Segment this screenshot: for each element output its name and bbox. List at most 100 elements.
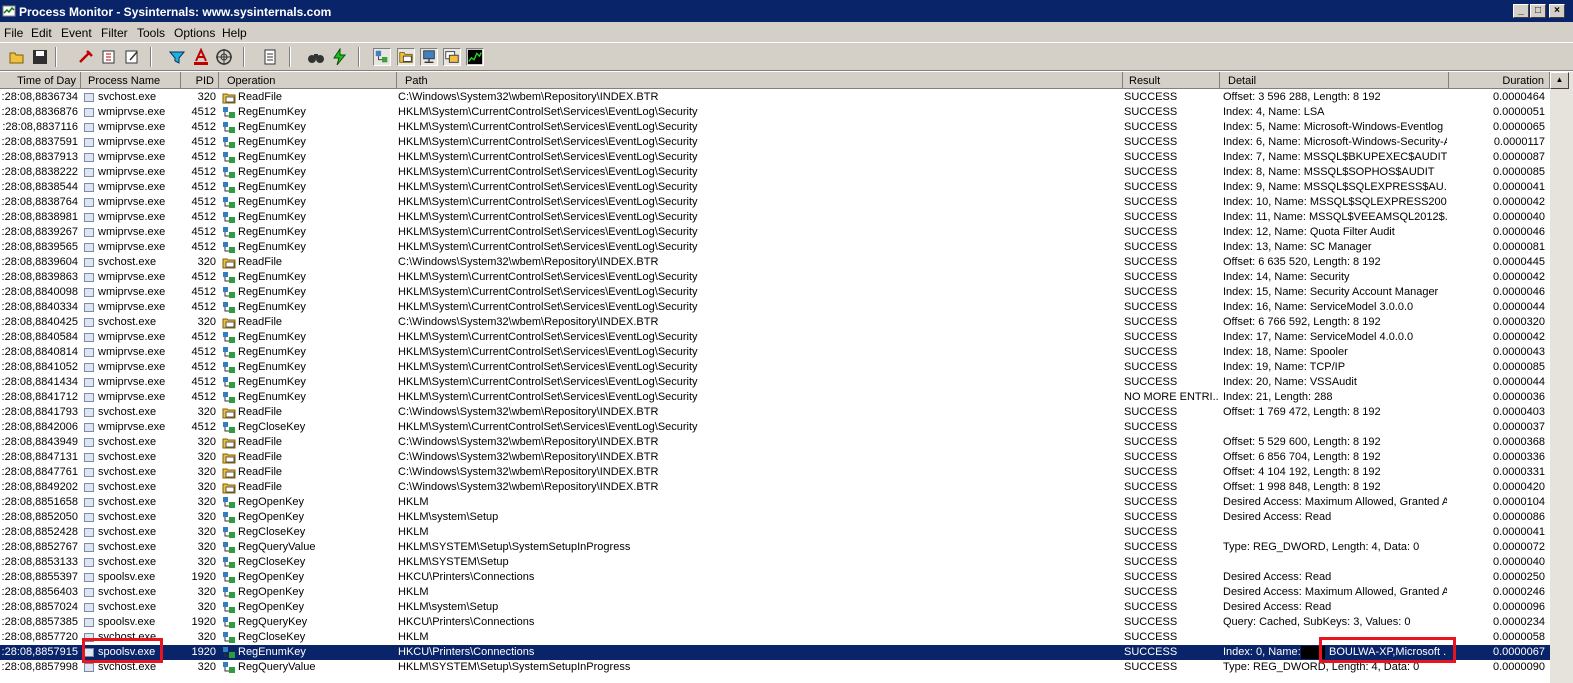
registry-operation-icon (223, 137, 235, 148)
column-detail[interactable]: Detail (1220, 72, 1449, 89)
table-row[interactable]: :28:08,8847761 svchost.exe 320 ReadFile C:\W… (0, 465, 1550, 480)
table-row[interactable]: :28:08,8839863 wmiprvse.exe 4512 RegEnumKey… (0, 270, 1550, 285)
time-cell: :28:08,8837591 (1, 136, 78, 148)
table-row[interactable]: :28:08,8836876 wmiprvse.exe 4512 RegEnumKey… (0, 105, 1550, 120)
table-row[interactable]: :28:08,8837591 wmiprvse.exe 4512 RegEnumKey… (0, 135, 1550, 150)
scroll-up-arrow-icon[interactable]: ▲ (1550, 72, 1569, 89)
table-row[interactable]: :28:08,8840584 wmiprvse.exe 4512 RegEnumKey… (0, 330, 1550, 345)
save-icon[interactable] (31, 48, 49, 66)
table-row[interactable]: :28:08,8857720 svchost.exe 320 RegCloseKey H… (0, 630, 1550, 645)
pid-cell: 320 (197, 661, 216, 673)
menu-options[interactable]: Options (174, 26, 215, 40)
process-name-cell: wmiprvse.exe (98, 136, 166, 148)
table-row[interactable]: :28:08,8856403 svchost.exe 320 RegOpenKey HK… (0, 585, 1550, 600)
column-duration[interactable]: Duration (1449, 72, 1550, 89)
column-path[interactable]: Path (397, 72, 1123, 89)
table-row[interactable]: :28:08,8841052 wmiprvse.exe 4512 RegEnumKey… (0, 360, 1550, 375)
result-cell: SUCCESS (1124, 661, 1178, 673)
properties-icon[interactable] (261, 48, 279, 66)
table-row[interactable]: :28:08,8852428 svchost.exe 320 RegCloseKey H… (0, 525, 1550, 540)
menu-file[interactable]: File (4, 26, 23, 40)
process-activity-icon[interactable] (443, 48, 461, 66)
menu-help[interactable]: Help (222, 26, 247, 40)
vertical-scrollbar[interactable] (1550, 72, 1573, 683)
table-row[interactable]: :28:08,8849202 svchost.exe 320 ReadFile C:\W… (0, 480, 1550, 495)
network-activity-icon[interactable] (420, 48, 438, 66)
filter-icon[interactable] (168, 48, 186, 66)
path-cell: HKLM\System\CurrentControlSet\Services\E… (398, 301, 698, 313)
table-row[interactable]: :28:08,8838544 wmiprvse.exe 4512 RegEnumKey… (0, 180, 1550, 195)
table-row[interactable]: :28:08,8852767 svchost.exe 320 RegQueryValu… (0, 540, 1550, 555)
registry-operation-icon (223, 287, 235, 298)
menu-filter[interactable]: Filter (101, 26, 128, 40)
table-row[interactable]: :28:08,8840814 wmiprvse.exe 4512 RegEnumKey… (0, 345, 1550, 360)
table-row[interactable]: :28:08,8847131 svchost.exe 320 ReadFile C:\W… (0, 450, 1550, 465)
table-row[interactable]: :28:08,8837913 wmiprvse.exe 4512 RegEnumKey… (0, 150, 1550, 165)
table-row[interactable]: :28:08,8841793 svchost.exe 320 ReadFile C:\W… (0, 405, 1550, 420)
table-row[interactable]: :28:08,8855397 spoolsv.exe 1920 RegOpenKey H… (0, 570, 1550, 585)
table-row[interactable]: :28:08,8839267 wmiprvse.exe 4512 RegEnumKey… (0, 225, 1550, 240)
column-process-name[interactable]: Process Name (81, 72, 181, 89)
find-icon[interactable] (307, 48, 325, 66)
table-row[interactable]: :28:08,8838981 wmiprvse.exe 4512 RegEnumKey… (0, 210, 1550, 225)
column-time-of-day[interactable]: Time of Day (0, 72, 81, 89)
table-row[interactable]: :28:08,8857024 svchost.exe 320 RegOpenKey HK… (0, 600, 1550, 615)
registry-operation-icon (223, 572, 235, 583)
file-activity-icon[interactable] (397, 48, 415, 66)
highlight-icon[interactable] (192, 48, 210, 66)
pid-cell: 4512 (191, 301, 216, 313)
maximize-button[interactable]: □ (1530, 4, 1546, 18)
autoscroll-icon[interactable] (100, 48, 118, 66)
process-name-cell: wmiprvse.exe (98, 391, 166, 403)
table-row[interactable]: :28:08,8857915 spoolsv.exe 1920 RegEnumKey H… (0, 645, 1550, 660)
table-row[interactable]: :28:08,8840425 svchost.exe 320 ReadFile C:\W… (0, 315, 1550, 330)
table-row[interactable]: :28:08,8839604 svchost.exe 320 ReadFile C:\W… (0, 255, 1550, 270)
result-cell: SUCCESS (1124, 301, 1178, 313)
table-row[interactable]: :28:08,8853133 svchost.exe 320 RegCloseKey H… (0, 555, 1550, 570)
operation-cell: RegEnumKey (238, 226, 306, 238)
column-result[interactable]: Result (1123, 72, 1220, 89)
toolbar-separator (55, 47, 57, 67)
table-row[interactable]: :28:08,8843949 svchost.exe 320 ReadFile C:\W… (0, 435, 1550, 450)
profiling-icon[interactable] (466, 48, 484, 66)
table-row[interactable]: :28:08,8836734 svchost.exe 320 ReadFile C:\W… (0, 90, 1550, 105)
table-row[interactable]: :28:08,8838764 wmiprvse.exe 4512 RegEnumKey… (0, 195, 1550, 210)
table-row[interactable]: :28:08,8852050 svchost.exe 320 RegOpenKey HK… (0, 510, 1550, 525)
column-header: Time of Day Process Name PID Operation P… (0, 72, 1550, 89)
table-row[interactable]: :28:08,8837116 wmiprvse.exe 4512 RegEnumKey… (0, 120, 1550, 135)
menu-event[interactable]: Event (61, 26, 92, 40)
table-row[interactable]: :28:08,8842006 wmiprvse.exe 4512 RegCloseKe… (0, 420, 1550, 435)
table-row[interactable]: :28:08,8851658 svchost.exe 320 RegOpenKey HK… (0, 495, 1550, 510)
clear-icon[interactable] (123, 48, 141, 66)
process-name-cell: wmiprvse.exe (98, 301, 166, 313)
table-row[interactable]: :28:08,8857998 svchost.exe 320 RegQueryValu… (0, 660, 1550, 675)
table-row[interactable]: :28:08,8840098 wmiprvse.exe 4512 RegEnumKey… (0, 285, 1550, 300)
open-icon[interactable] (8, 48, 26, 66)
detail-cell: Index: 9, Name: MSSQL$SQLEXPRESS$AU... (1223, 181, 1447, 193)
table-row[interactable]: :28:08,8839565 wmiprvse.exe 4512 RegEnumKey… (0, 240, 1550, 255)
duration-cell: 0.0000086 (1493, 511, 1545, 523)
menu-edit[interactable]: Edit (31, 26, 52, 40)
process-icon (84, 198, 94, 207)
minimize-button[interactable]: _ (1513, 4, 1529, 18)
table-row[interactable]: :28:08,8841434 wmiprvse.exe 4512 RegEnumKey… (0, 375, 1550, 390)
close-button[interactable]: × (1549, 4, 1565, 18)
target-icon[interactable] (215, 48, 233, 66)
registry-operation-icon (223, 392, 235, 403)
column-operation[interactable]: Operation (219, 72, 397, 89)
registry-activity-icon[interactable] (373, 48, 391, 66)
capture-icon[interactable] (77, 48, 95, 66)
jump-icon[interactable] (330, 48, 348, 66)
menu-tools[interactable]: Tools (137, 26, 165, 40)
table-row[interactable]: :28:08,8840334 wmiprvse.exe 4512 RegEnumKey… (0, 300, 1550, 315)
table-row[interactable]: :28:08,8841712 wmiprvse.exe 4512 RegEnumKey… (0, 390, 1550, 405)
table-row[interactable]: :28:08,8838222 wmiprvse.exe 4512 RegEnumKey… (0, 165, 1550, 180)
table-row[interactable]: :28:08,8857385 spoolsv.exe 1920 RegQueryKey… (0, 615, 1550, 630)
process-monitor-app-icon[interactable] (2, 4, 16, 18)
result-cell: SUCCESS (1124, 421, 1178, 433)
pid-cell: 320 (197, 91, 216, 103)
column-pid[interactable]: PID (181, 72, 219, 89)
duration-cell: 0.0000246 (1493, 586, 1545, 598)
process-icon (84, 468, 94, 477)
duration-cell: 0.0000117 (1493, 136, 1545, 148)
